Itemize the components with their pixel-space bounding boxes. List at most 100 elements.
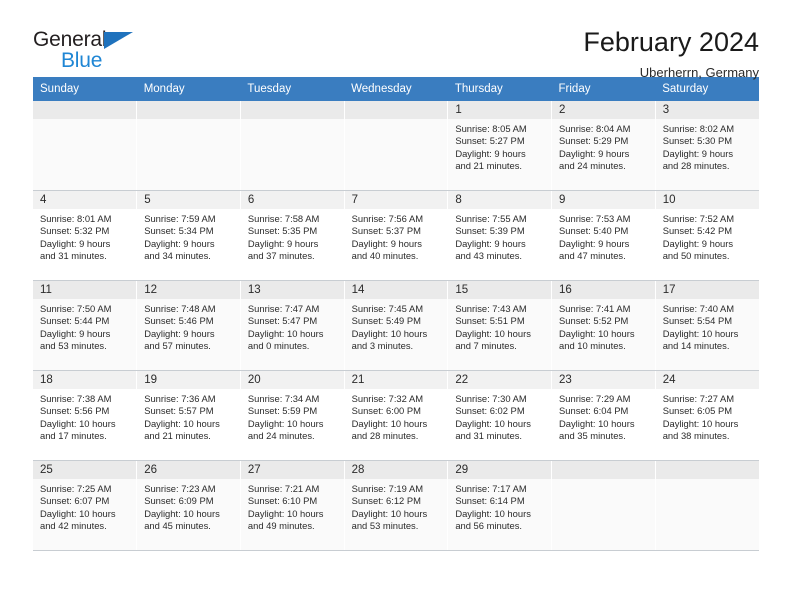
day-number: 1 [448,101,552,119]
day-details: Sunrise: 7:55 AM Sunset: 5:39 PM Daylight:… [448,209,551,262]
sunset-text: Sunset: 5:30 PM [662,135,733,147]
calendar-cell-day-19[interactable]: 19 Sunrise: 7:36 AM Sunset: 5:57 PM Dayligh… [136,370,241,461]
day-number: 23 [552,371,655,389]
sunset-text: Sunset: 5:59 PM [247,405,318,417]
calendar-cell-day-25[interactable]: 25 Sunrise: 7:25 AM Sunset: 6:07 PM Dayligh… [33,460,138,551]
calendar-cell-day-27[interactable]: 27 Sunrise: 7:21 AM Sunset: 6:10 PM Dayligh… [240,460,345,551]
sunrise-text: Sunrise: 7:53 AM [559,213,631,224]
calendar-cell-day-24[interactable]: 24 Sunrise: 7:27 AM Sunset: 6:05 PM Dayligh… [655,370,759,461]
calendar-cell-day-1[interactable]: 1 Sunrise: 8:05 AM Sunset: 5:27 PM Daylight… [447,101,553,191]
calendar-cell-day-22[interactable]: 22 Sunrise: 7:30 AM Sunset: 6:02 PM Dayligh… [447,370,553,461]
calendar-page: General Blue February 2024 Uberherrn, Ge… [0,0,792,612]
sunrise-text: Sunrise: 7:30 AM [455,393,527,404]
day-details: Sunrise: 7:40 AM Sunset: 5:54 PM Daylight:… [656,299,759,352]
title-block: February 2024 Uberherrn, Germany [583,27,759,81]
calendar-cell-day-12[interactable]: 12 Sunrise: 7:48 AM Sunset: 5:46 PM Dayligh… [136,280,241,371]
daylight-text-line1: Daylight: 10 hours [40,507,116,519]
calendar-cell-day-8[interactable]: 8 Sunrise: 7:55 AM Sunset: 5:39 PM Daylight… [447,190,553,281]
day-number: 29 [448,461,552,479]
brand-logo[interactable]: General Blue [33,28,153,74]
day-details: Sunrise: 7:23 AM Sunset: 6:09 PM Daylight:… [137,479,240,532]
daylight-text-line2: and 17 minutes. [40,429,107,441]
page-title: February 2024 [583,27,759,57]
day-details: Sunrise: 7:27 AM Sunset: 6:05 PM Daylight:… [656,389,759,442]
sunrise-text: Sunrise: 7:19 AM [351,483,424,494]
sunset-text: Sunset: 5:57 PM [144,405,214,417]
calendar-cell-day-21[interactable]: 21 Sunrise: 7:32 AM Sunset: 6:00 PM Dayligh… [344,370,449,461]
calendar-week-row: 11 Sunrise: 7:50 AM Sunset: 5:44 PM Dayligh… [33,280,759,371]
calendar-cell-day-7[interactable]: 7 Sunrise: 7:56 AM Sunset: 5:37 PM Daylight… [344,190,449,281]
day-details: Sunrise: 7:56 AM Sunset: 5:37 PM Daylight:… [345,209,448,262]
calendar-cell-day-11[interactable]: 11 Sunrise: 7:50 AM Sunset: 5:44 PM Dayligh… [33,280,138,371]
triangle-icon [104,32,133,49]
daylight-text-line2: and 28 minutes. [351,429,419,441]
calendar-cell-day-10[interactable]: 10 Sunrise: 7:52 AM Sunset: 5:42 PM Dayligh… [655,190,759,281]
day-details: Sunrise: 7:47 AM Sunset: 5:47 PM Daylight:… [241,299,344,352]
daylight-text-line1: Daylight: 10 hours [247,327,324,339]
calendar-cell-day-9[interactable]: 9 Sunrise: 7:53 AM Sunset: 5:40 PM Daylight… [551,190,656,281]
calendar-cell-inner: 13 Sunrise: 7:47 AM Sunset: 5:47 PM Dayligh… [240,281,344,370]
daylight-text-line1: Daylight: 9 hours [455,147,526,159]
calendar-table: Sunday Monday Tuesday Wednesday Thursday… [33,77,759,551]
day-number [33,101,137,119]
daylight-text-line1: Daylight: 10 hours [559,327,635,339]
weekday-header-saturday: Saturday [655,77,759,101]
weekday-header-thursday: Thursday [447,77,552,101]
calendar-cell-empty [655,460,759,551]
day-number: 17 [655,281,759,299]
calendar-cell-inner: 4 Sunrise: 8:01 AM Sunset: 5:32 PM Daylight… [33,191,137,280]
calendar-cell-inner [240,101,344,190]
day-number: 2 [552,101,655,119]
calendar-cell-inner: 23 Sunrise: 7:29 AM Sunset: 6:04 PM Dayligh… [552,371,655,460]
day-number: 16 [552,281,655,299]
calendar-cell-day-3[interactable]: 3 Sunrise: 8:02 AM Sunset: 5:30 PM Daylight… [655,101,759,191]
calendar-cell-day-5[interactable]: 5 Sunrise: 7:59 AM Sunset: 5:34 PM Daylight… [136,190,241,281]
sunrise-text: Sunrise: 7:58 AM [247,213,320,224]
calendar-cell-day-20[interactable]: 20 Sunrise: 7:34 AM Sunset: 5:59 PM Dayligh… [240,370,345,461]
calendar-cell-day-6[interactable]: 6 Sunrise: 7:58 AM Sunset: 5:35 PM Daylight… [240,190,345,281]
calendar-cell-day-26[interactable]: 26 Sunrise: 7:23 AM Sunset: 6:09 PM Dayligh… [136,460,241,551]
sunrise-text: Sunrise: 7:27 AM [662,393,735,404]
daylight-text-line2: and 3 minutes. [351,339,414,351]
daylight-text-line1: Daylight: 10 hours [351,417,428,429]
sunrise-text: Sunrise: 7:43 AM [455,303,527,314]
daylight-text-line2: and 38 minutes. [662,429,730,441]
calendar-cell-day-18[interactable]: 18 Sunrise: 7:38 AM Sunset: 5:56 PM Dayligh… [33,370,138,461]
day-details: Sunrise: 7:43 AM Sunset: 5:51 PM Daylight:… [448,299,551,352]
sunset-text: Sunset: 6:04 PM [559,405,629,417]
daylight-text-line1: Daylight: 9 hours [40,327,111,339]
day-number: 13 [240,281,344,299]
calendar-cell-day-16[interactable]: 16 Sunrise: 7:41 AM Sunset: 5:52 PM Dayligh… [551,280,656,371]
day-number: 18 [33,371,137,389]
calendar-cell-day-15[interactable]: 15 Sunrise: 7:43 AM Sunset: 5:51 PM Dayligh… [447,280,553,371]
calendar-cell-inner: 14 Sunrise: 7:45 AM Sunset: 5:49 PM Dayligh… [344,281,448,370]
day-details: Sunrise: 7:52 AM Sunset: 5:42 PM Daylight:… [656,209,759,262]
calendar-cell-day-4[interactable]: 4 Sunrise: 8:01 AM Sunset: 5:32 PM Daylight… [33,190,138,281]
sunset-text: Sunset: 5:51 PM [455,315,525,327]
calendar-cell-inner [344,101,448,190]
calendar-cell-inner: 11 Sunrise: 7:50 AM Sunset: 5:44 PM Dayligh… [33,281,137,370]
day-number [240,101,344,119]
daylight-text-line1: Daylight: 10 hours [455,417,531,429]
calendar-cell-day-23[interactable]: 23 Sunrise: 7:29 AM Sunset: 6:04 PM Dayligh… [551,370,656,461]
calendar-cell-inner: 17 Sunrise: 7:40 AM Sunset: 5:54 PM Dayligh… [655,281,759,370]
calendar-cell-day-29[interactable]: 29 Sunrise: 7:17 AM Sunset: 6:14 PM Dayligh… [447,460,553,551]
sunset-text: Sunset: 5:35 PM [247,225,318,237]
calendar-cell-inner [33,101,137,190]
sunrise-text: Sunrise: 7:40 AM [662,303,735,314]
daylight-text-line2: and 34 minutes. [144,249,211,261]
day-number: 7 [344,191,448,209]
day-number: 27 [240,461,344,479]
calendar-cell-day-28[interactable]: 28 Sunrise: 7:19 AM Sunset: 6:12 PM Dayligh… [344,460,449,551]
calendar-cell-day-13[interactable]: 13 Sunrise: 7:47 AM Sunset: 5:47 PM Dayligh… [240,280,345,371]
day-details: Sunrise: 7:25 AM Sunset: 6:07 PM Daylight:… [33,479,136,532]
sunset-text: Sunset: 5:47 PM [247,315,318,327]
calendar-cell-empty [551,460,656,551]
calendar-cell-day-2[interactable]: 2 Sunrise: 8:04 AM Sunset: 5:29 PM Daylight… [551,101,656,191]
daylight-text-line1: Daylight: 9 hours [144,237,215,249]
calendar-cell-day-17[interactable]: 17 Sunrise: 7:40 AM Sunset: 5:54 PM Dayligh… [655,280,759,371]
daylight-text-line1: Daylight: 10 hours [40,417,116,429]
day-number: 24 [655,371,759,389]
calendar-cell-empty [240,101,345,191]
calendar-cell-day-14[interactable]: 14 Sunrise: 7:45 AM Sunset: 5:49 PM Dayligh… [344,280,449,371]
